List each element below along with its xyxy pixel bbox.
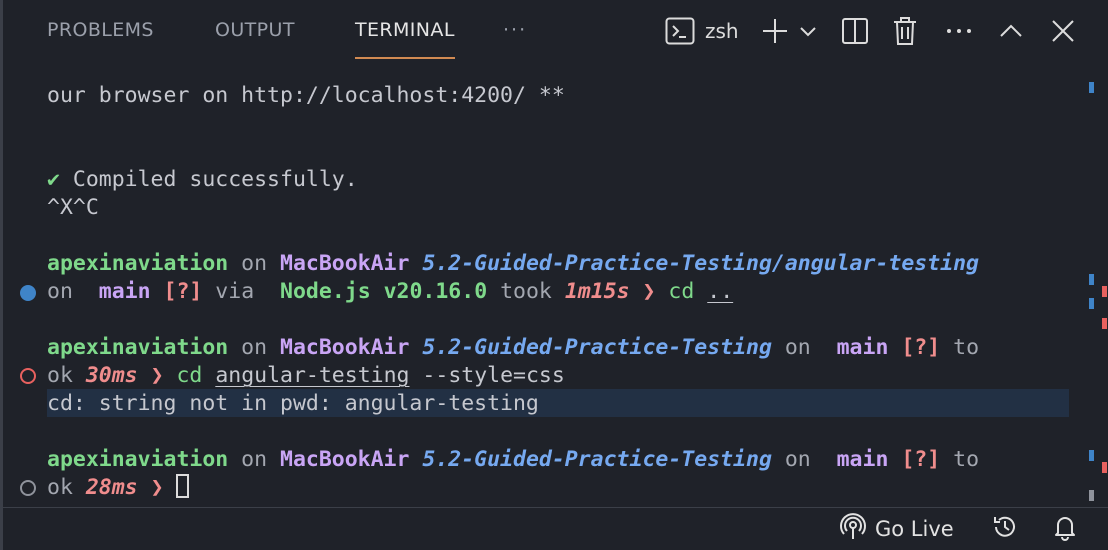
terminal-line: ^X^C: [47, 195, 99, 220]
history-icon: [991, 513, 1019, 545]
more-tabs-button[interactable]: ···: [503, 19, 527, 49]
prompt-line: on main [?] via Node.js v20.16.0 took 1m…: [47, 279, 734, 304]
launch-profile-dropdown[interactable]: [799, 14, 817, 48]
command-pending-marker-icon[interactable]: [20, 480, 36, 496]
overview-ruler-mark: [1102, 318, 1107, 329]
more-actions-button[interactable]: [944, 14, 974, 48]
history-button[interactable]: [991, 514, 1019, 544]
go-live-label: Go Live: [875, 517, 954, 541]
command-success-marker-icon[interactable]: [20, 285, 36, 301]
check-icon: ✔: [47, 167, 60, 192]
overview-ruler-mark: [1089, 82, 1094, 93]
terminal-panel: PROBLEMS OUTPUT TERMINAL ··· zsh our bro…: [0, 0, 1108, 550]
overview-ruler-mark: [1089, 490, 1094, 501]
kill-terminal-button[interactable]: [892, 14, 918, 48]
terminal-icon: [665, 17, 695, 45]
prompt-line: apexinaviation on MacBookAir 5.2-Guided-…: [47, 335, 980, 360]
prompt-line: ok 30ms ❯ cd angular-testing --style=css: [47, 363, 565, 388]
overview-ruler-mark: [1089, 298, 1094, 309]
bell-icon: [1051, 513, 1079, 545]
close-panel-button[interactable]: [1049, 14, 1077, 48]
new-terminal-button[interactable]: [761, 14, 789, 48]
terminal-shell-selector[interactable]: zsh: [665, 14, 739, 48]
split-icon: [841, 17, 869, 45]
shell-name: zsh: [705, 19, 739, 43]
terminal-line: ✔ Compiled successfully.: [47, 167, 358, 192]
error-message: cd: string not in pwd: angular-testing: [47, 391, 539, 416]
terminal-cursor[interactable]: [176, 474, 190, 498]
overview-ruler-mark: [1102, 462, 1107, 473]
terminal-output[interactable]: our browser on http://localhost:4200/ **…: [47, 80, 1077, 505]
split-terminal-button[interactable]: [841, 14, 869, 48]
close-icon: [1049, 17, 1077, 45]
overview-ruler-mark: [1102, 286, 1107, 297]
broadcast-icon: [839, 513, 867, 545]
tab-output[interactable]: OUTPUT: [215, 19, 295, 49]
prompt-line: ok 28ms ❯: [47, 474, 190, 502]
tab-problems[interactable]: PROBLEMS: [47, 19, 154, 49]
tab-terminal[interactable]: TERMINAL: [355, 19, 455, 59]
overview-ruler-mark: [1089, 450, 1094, 461]
prompt-line: apexinaviation on MacBookAir 5.2-Guided-…: [47, 251, 979, 276]
command-error-marker-icon[interactable]: [20, 368, 36, 384]
status-bar: Go Live: [3, 507, 1108, 550]
chevron-down-icon: [799, 17, 817, 45]
ellipsis-icon: [944, 17, 974, 45]
panel-tab-bar: PROBLEMS OUTPUT TERMINAL ··· zsh: [3, 0, 1108, 62]
terminal-line: our browser on http://localhost:4200/ **: [47, 83, 565, 108]
notifications-button[interactable]: [1051, 514, 1079, 544]
chevron-up-icon: [997, 17, 1025, 45]
plus-icon: [761, 17, 789, 45]
prompt-line: apexinaviation on MacBookAir 5.2-Guided-…: [47, 447, 980, 472]
go-live-button[interactable]: Go Live: [839, 513, 954, 545]
overview-ruler-mark: [1089, 274, 1094, 285]
trash-icon: [892, 16, 918, 46]
maximize-panel-button[interactable]: [997, 14, 1025, 48]
